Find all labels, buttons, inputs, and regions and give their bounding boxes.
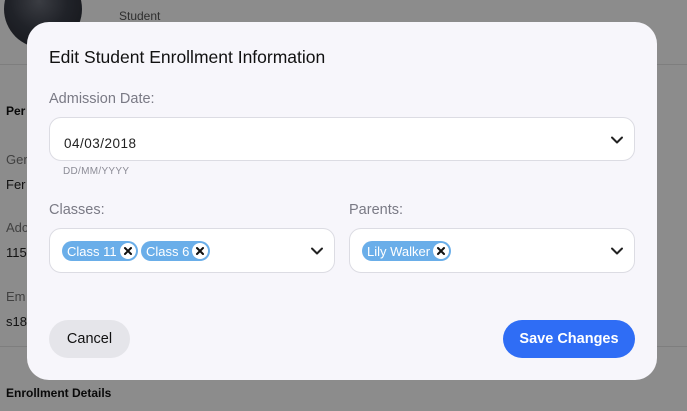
class-chip-label: Class 11 xyxy=(67,243,117,259)
chevron-down-icon[interactable] xyxy=(310,244,324,258)
admission-date-value: 04/03/2018 xyxy=(64,136,137,151)
class-chip: Class 11 xyxy=(62,241,138,261)
close-icon[interactable] xyxy=(192,243,209,259)
chevron-down-icon[interactable] xyxy=(610,133,624,147)
parent-chip-label: Lily Walker xyxy=(367,243,431,259)
edit-enrollment-modal: Edit Student Enrollment Information Admi… xyxy=(27,22,657,380)
save-changes-button[interactable]: Save Changes xyxy=(503,320,635,358)
class-chip: Class 6 xyxy=(141,241,211,261)
parent-chip: Lily Walker xyxy=(362,241,452,261)
date-format-hint: DD/MM/YYYY xyxy=(63,166,130,177)
classes-label: Classes: xyxy=(49,202,105,218)
classes-select[interactable]: Class 11 Class 6 xyxy=(49,228,335,273)
class-chip-label: Class 6 xyxy=(146,243,190,259)
chevron-down-icon[interactable] xyxy=(610,244,624,258)
modal-title: Edit Student Enrollment Information xyxy=(49,47,326,67)
parents-select[interactable]: Lily Walker xyxy=(349,228,635,273)
cancel-button[interactable]: Cancel xyxy=(49,320,130,358)
close-icon[interactable] xyxy=(433,243,450,259)
admission-date-label: Admission Date: xyxy=(49,91,155,107)
close-icon[interactable] xyxy=(119,243,136,259)
parents-label: Parents: xyxy=(349,202,403,218)
admission-date-field[interactable]: 04/03/2018 xyxy=(49,117,635,161)
